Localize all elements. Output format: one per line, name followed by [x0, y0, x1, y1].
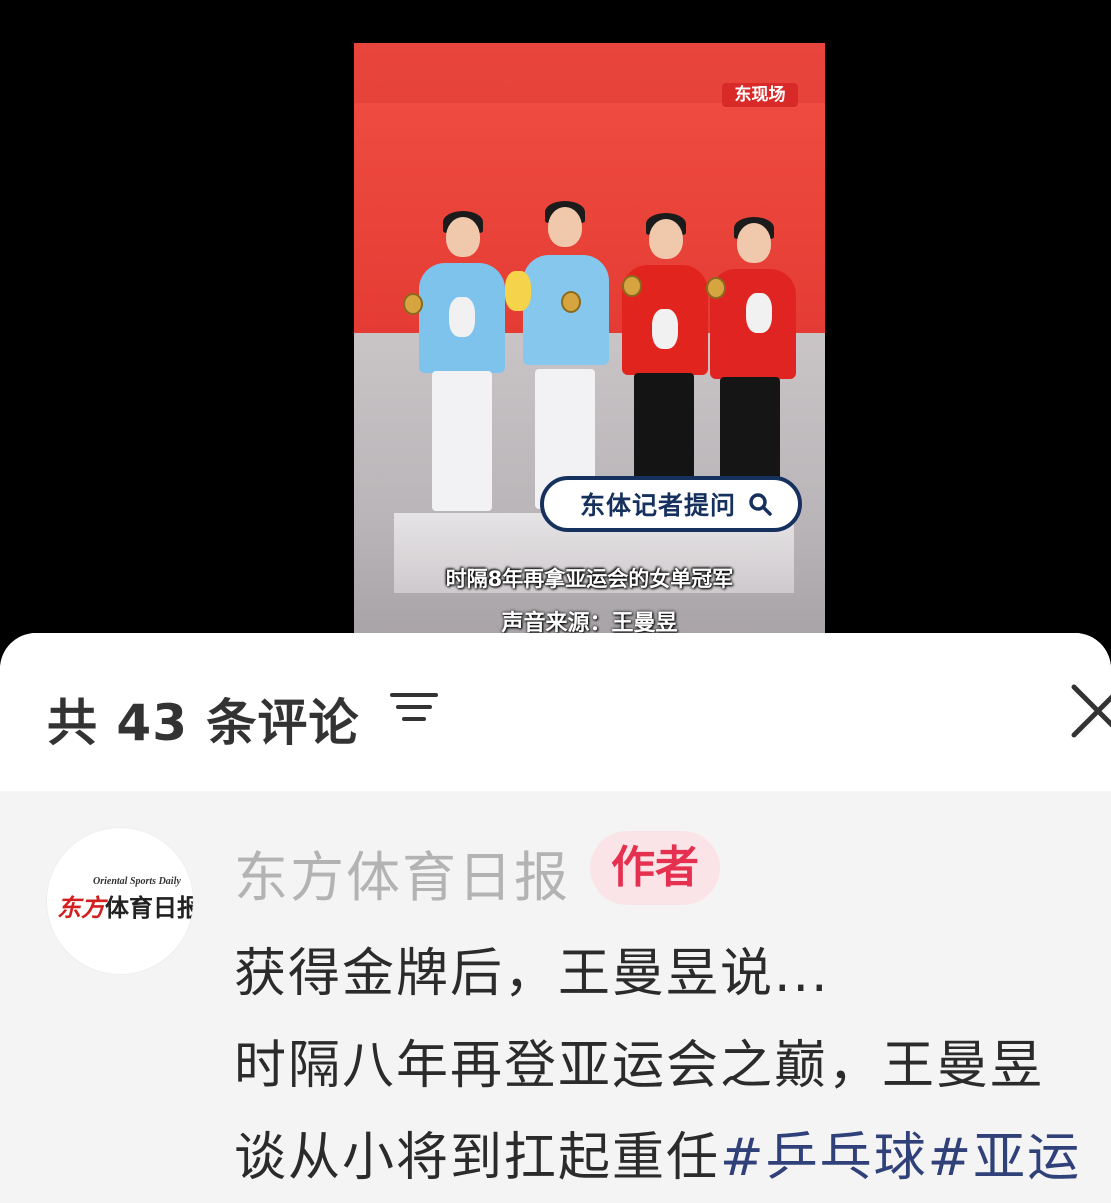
comments-header: 共 43 条评论 [0, 633, 1111, 791]
comments-count: 共 43 条评论 [47, 694, 360, 752]
reporter-question-pill[interactable]: 东体记者提问 [540, 476, 802, 532]
author-badge: 作者 [590, 831, 720, 905]
video-player[interactable]: 东现场 东体记者提问 时隔8年再拿亚运会的女单冠军 声音来源：王曼昱 [354, 43, 825, 643]
avatar-logo-text: 东方体育日报 [57, 893, 194, 922]
comment-author[interactable]: 东方体育日报 [234, 833, 570, 912]
comment-line-1: 获得金牌后，王曼昱说... [234, 944, 830, 1004]
avatar-english-text: Oriental Sports Daily [93, 876, 181, 887]
sort-icon[interactable] [388, 685, 440, 729]
search-icon [749, 493, 772, 516]
hashtag-link[interactable]: #乒乓球#亚运 [720, 1128, 1081, 1188]
watermark-logo: 东现场 [722, 83, 798, 107]
comments-sheet: 共 43 条评论 Oriental Sports Daily 东方体育日报 东方… [0, 633, 1111, 1203]
video-caption-line1: 时隔8年再拿亚运会的女单冠军 [445, 567, 734, 591]
avatar[interactable]: Oriental Sports Daily 东方体育日报 [46, 827, 194, 975]
pill-label: 东体记者提问 [580, 491, 737, 520]
comment-line-2: 时隔八年再登亚运会之巅，王曼昱 [234, 1036, 1045, 1096]
comment-text: 谈从小将到扛起重任 [234, 1128, 721, 1188]
close-icon[interactable] [1068, 681, 1111, 741]
comment-line-3: 谈从小将到扛起重任#乒乓球#亚运 [234, 1115, 1081, 1190]
